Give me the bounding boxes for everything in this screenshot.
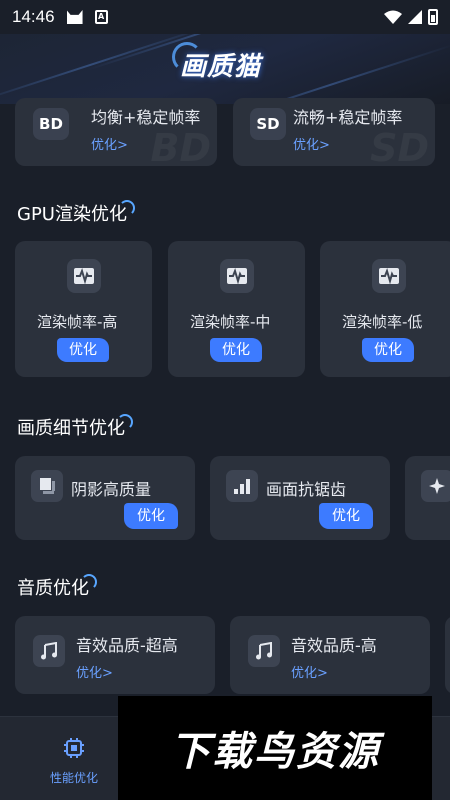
title-arc-icon <box>81 574 97 590</box>
status-time: 14:46 <box>12 7 55 26</box>
wifi-icon <box>384 10 402 24</box>
title-arc-icon <box>117 414 133 430</box>
audio-card-partial[interactable] <box>445 616 450 694</box>
waveform-icon <box>220 259 254 293</box>
waveform-icon <box>372 259 406 293</box>
app-header: 画质猫 <box>0 34 450 104</box>
detail-card-label: 阴影高质量 <box>71 480 152 499</box>
music-note-icon <box>248 635 280 667</box>
optimize-link[interactable]: 优化> <box>291 662 328 681</box>
title-arc-icon <box>118 200 135 216</box>
gpu-card-medium[interactable]: 渲染帧率-中 优化 <box>168 241 305 377</box>
mode-card-sd[interactable]: SD SD 流畅+稳定帧率 优化> <box>233 98 435 166</box>
card-title: 流畅+稳定帧率 <box>293 108 403 127</box>
nav-label: 性能优化 <box>49 771 98 785</box>
audio-section-title: 音质优化 <box>17 574 97 600</box>
status-bar: 14:46 A <box>0 0 450 34</box>
gpu-card-low[interactable]: 渲染帧率-低 优化 <box>320 241 450 377</box>
gpu-card-label: 渲染帧率-低 <box>342 313 423 331</box>
watermark-text: 下载鸟资源 <box>170 729 380 775</box>
card-watermark: BD <box>150 126 211 166</box>
sparkle-icon <box>421 470 450 502</box>
gpu-card-label: 渲染帧率-高 <box>37 313 118 331</box>
optimize-link[interactable]: 优化> <box>91 134 128 153</box>
detail-card-label: 画面抗锯齿 <box>266 480 347 499</box>
optimize-link[interactable]: 优化> <box>76 662 113 681</box>
detail-card-antialias[interactable]: 画面抗锯齿 优化 <box>210 456 390 540</box>
audio-card-ultra[interactable]: 音效品质-超高 优化> <box>15 616 215 694</box>
detail-section-title: 画质细节优化 <box>17 414 133 440</box>
gpu-card-label: 渲染帧率-中 <box>190 313 271 331</box>
detail-card-partial[interactable] <box>405 456 450 540</box>
chip-icon <box>64 738 84 758</box>
bars-icon <box>226 470 258 502</box>
optimize-button[interactable]: 优化 <box>57 338 109 362</box>
waveform-icon <box>67 259 101 293</box>
optimize-link[interactable]: 优化> <box>293 134 330 153</box>
bd-badge: BD <box>33 108 69 140</box>
optimize-button[interactable]: 优化 <box>319 503 373 529</box>
app-title: 画质猫 <box>180 52 262 82</box>
shadow-icon <box>31 470 63 502</box>
card-watermark: SD <box>370 126 429 166</box>
optimize-button[interactable]: 优化 <box>362 338 414 362</box>
music-note-icon <box>33 635 65 667</box>
detail-card-shadow[interactable]: 阴影高质量 优化 <box>15 456 195 540</box>
section-title-text: 画质细节优化 <box>17 418 125 439</box>
audio-card-label: 音效品质-高 <box>291 636 377 655</box>
optimize-button[interactable]: 优化 <box>124 503 178 529</box>
battery-icon <box>428 9 438 25</box>
sd-badge: SD <box>250 108 286 140</box>
cat-app-icon <box>66 10 83 24</box>
signal-icon <box>408 10 422 24</box>
audio-card-label: 音效品质-超高 <box>76 636 178 655</box>
gpu-card-high[interactable]: 渲染帧率-高 优化 <box>15 241 152 377</box>
section-title-text: 音质优化 <box>17 578 89 599</box>
audio-card-high[interactable]: 音效品质-高 优化> <box>230 616 430 694</box>
gpu-section-title: GPU渲染优化 <box>17 200 135 226</box>
section-title-text: GPU渲染优化 <box>17 204 127 225</box>
status-right <box>384 9 438 25</box>
watermark-banner: 下载鸟资源 <box>118 696 432 800</box>
optimize-button[interactable]: 优化 <box>210 338 262 362</box>
a-app-icon: A <box>94 10 108 24</box>
card-title: 均衡+稳定帧率 <box>91 108 201 127</box>
mode-card-bd[interactable]: BD BD 均衡+稳定帧率 优化> <box>15 98 217 166</box>
nav-item-performance[interactable]: 性能优化 <box>44 737 104 786</box>
